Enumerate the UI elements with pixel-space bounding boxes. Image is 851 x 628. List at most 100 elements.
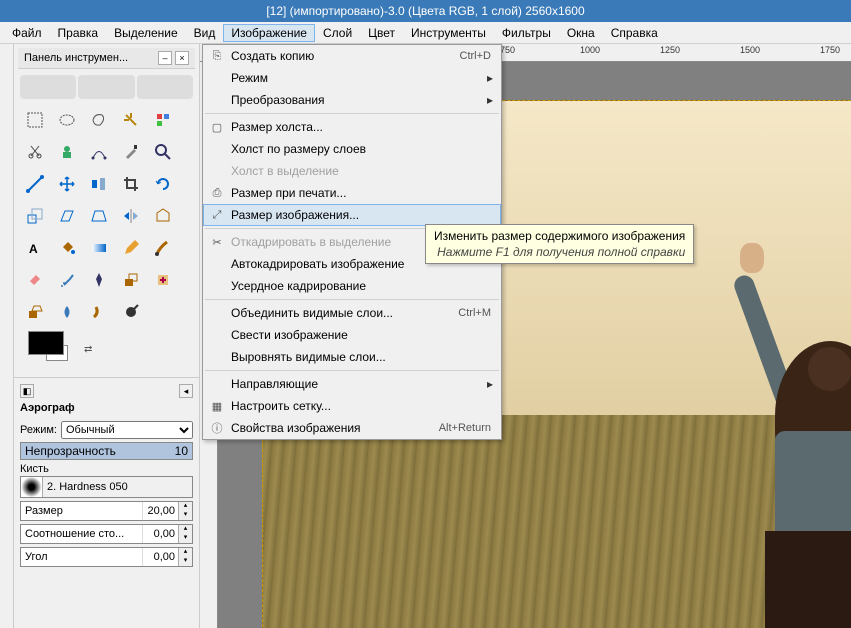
menu-item-label: Направляющие [227,377,487,391]
blur-tool[interactable] [52,297,82,327]
menu-item-label: Свести изображение [227,328,497,342]
menu-select[interactable]: Выделение [106,24,186,42]
brush-thumb-icon [21,477,43,497]
color-select-tool[interactable] [148,105,178,135]
menu-item[interactable]: Холст по размеру слоев [203,138,501,160]
minimize-icon[interactable]: – [158,51,172,65]
perspective-clone-tool[interactable] [20,297,50,327]
crop-icon: ✂ [207,234,227,250]
clone-tool[interactable] [116,265,146,295]
scale-tool[interactable] [20,201,50,231]
angle-field[interactable]: Угол 0,00 ▴▾ [20,547,193,567]
menu-item[interactable]: Усердное кадрирование [203,275,501,297]
menu-image[interactable]: Изображение [223,24,315,42]
menu-tools[interactable]: Инструменты [403,24,494,42]
menu-item[interactable]: ⓘСвойства изображенияAlt+Return [203,417,501,439]
blank-icon [207,376,227,392]
menu-item[interactable]: ⎘Создать копиюCtrl+D [203,45,501,67]
mode-label: Режим: [20,424,57,436]
measure-tool[interactable] [20,169,50,199]
spin-down-icon[interactable]: ▾ [178,534,192,543]
size-field[interactable]: Размер 20,00 ▴▾ [20,501,193,521]
menu-item[interactable]: ▦Настроить сетку... [203,395,501,417]
menu-filters[interactable]: Фильтры [494,24,559,42]
menu-colors[interactable]: Цвет [360,24,403,42]
menu-item[interactable]: ⤢Размер изображения... [203,204,501,226]
spin-up-icon[interactable]: ▴ [178,502,192,511]
move-tool[interactable] [52,169,82,199]
brush-label: Кисть [20,463,193,475]
menu-view[interactable]: Вид [186,24,224,42]
menu-item[interactable]: ▢Размер холста... [203,116,501,138]
shear-tool[interactable] [52,201,82,231]
menu-item-label: Преобразования [227,93,487,107]
flip-tool[interactable] [116,201,146,231]
align-tool[interactable] [84,169,114,199]
ellipse-select-tool[interactable] [52,105,82,135]
paintbrush-tool[interactable] [148,233,178,263]
zoom-tool[interactable] [148,137,178,167]
menu-item[interactable]: Режим▸ [203,67,501,89]
options-menu-icon[interactable]: ◂ [179,384,193,398]
blank-icon [207,256,227,272]
fuzzy-select-tool[interactable] [116,105,146,135]
crop-tool[interactable] [116,169,146,199]
toolbox-titlebar[interactable]: Панель инструмен... – × [18,48,195,69]
menu-item[interactable]: ⎙Размер при печати... [203,182,501,204]
menu-item[interactable]: Преобразования▸ [203,89,501,111]
foreground-select-tool[interactable] [52,137,82,167]
perspective-tool[interactable] [84,201,114,231]
swap-colors-icon[interactable]: ⇄ [84,344,92,355]
menu-item[interactable]: Свести изображение [203,324,501,346]
brush-selector[interactable]: 2. Hardness 050 [20,476,193,498]
aspect-label: Соотношение сто... [21,525,142,543]
color-picker-tool[interactable] [116,137,146,167]
menu-item[interactable]: Направляющие▸ [203,373,501,395]
aspect-field[interactable]: Соотношение сто... 0,00 ▴▾ [20,524,193,544]
spin-up-icon[interactable]: ▴ [178,525,192,534]
text-tool[interactable]: A [20,233,50,263]
airbrush-tool[interactable] [52,265,82,295]
opacity-slider[interactable]: Непрозрачность 10 [20,442,193,460]
free-select-tool[interactable] [84,105,114,135]
rect-select-tool[interactable] [20,105,50,135]
spin-down-icon[interactable]: ▾ [178,557,192,566]
menu-item[interactable]: Объединить видимые слои...Ctrl+M [203,302,501,324]
spin-up-icon[interactable]: ▴ [178,548,192,557]
options-tab-icon[interactable]: ◧ [20,384,34,398]
angle-value: 0,00 [142,548,178,566]
eraser-tool[interactable] [20,265,50,295]
info-icon: ⓘ [207,420,227,436]
menu-item: Холст в выделение [203,160,501,182]
pencil-tool[interactable] [116,233,146,263]
canvas-icon: ▢ [207,119,227,135]
spin-down-icon[interactable]: ▾ [178,511,192,520]
menu-layer[interactable]: Слой [315,24,360,42]
mode-select[interactable]: Обычный [61,421,193,439]
blend-tool[interactable] [84,233,114,263]
color-swatches[interactable]: ⇄ [20,327,193,371]
menu-file[interactable]: Файл [4,24,50,42]
menu-item-label: Размер при печати... [227,186,497,200]
size-label: Размер [21,502,142,520]
ink-tool[interactable] [84,265,114,295]
shortcut-label: Ctrl+M [458,307,497,319]
menu-item[interactable]: Выровнять видимые слои... [203,346,501,368]
size-value: 20,00 [142,502,178,520]
heal-tool[interactable] [148,265,178,295]
dodge-tool[interactable] [116,297,146,327]
scissors-tool[interactable] [20,137,50,167]
paths-tool[interactable] [84,137,114,167]
bucket-fill-tool[interactable] [52,233,82,263]
cage-tool[interactable] [148,201,178,231]
tool-option-title: Аэрограф [20,400,193,418]
menu-item-label: Создать копию [227,49,460,63]
fg-color-swatch[interactable] [28,331,64,355]
smudge-tool[interactable] [84,297,114,327]
menu-edit[interactable]: Правка [50,24,107,42]
menu-windows[interactable]: Окна [559,24,603,42]
rotate-tool[interactable] [148,169,178,199]
menu-help[interactable]: Справка [603,24,666,42]
window-titlebar: [12] (импортировано)-3.0 (Цвета RGB, 1 с… [0,0,851,22]
close-icon[interactable]: × [175,51,189,65]
